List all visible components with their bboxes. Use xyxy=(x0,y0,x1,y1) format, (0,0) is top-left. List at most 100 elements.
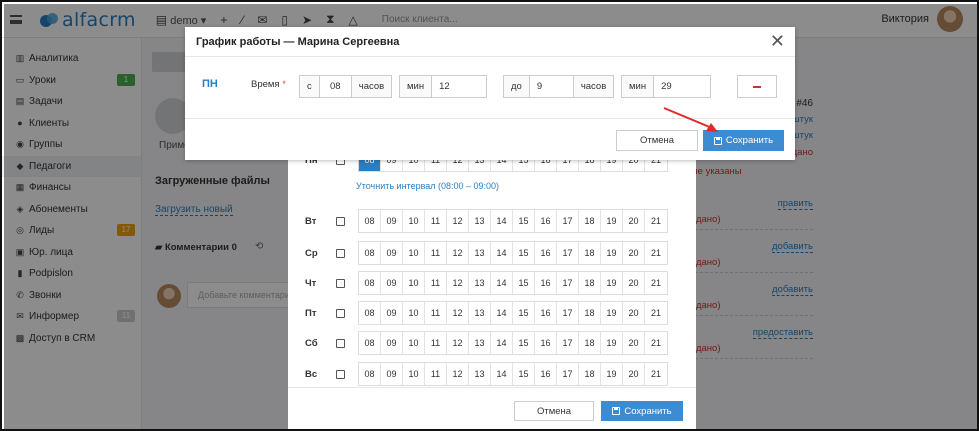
hour-cell[interactable]: 10 xyxy=(403,272,425,294)
hour-cell[interactable]: 18 xyxy=(579,332,601,354)
refine-interval-link[interactable]: Уточнить интервал (08:00 – 09:00) xyxy=(356,181,499,191)
hour-cell[interactable]: 10 xyxy=(403,363,425,385)
hour-cell[interactable]: 13 xyxy=(469,272,491,294)
hour-cell[interactable]: 11 xyxy=(425,272,447,294)
hour-cell[interactable]: 14 xyxy=(491,332,513,354)
hour-cell[interactable]: 21 xyxy=(645,363,667,385)
hour-cell[interactable]: 21 xyxy=(645,302,667,324)
close-icon[interactable]: ✕ xyxy=(770,31,785,51)
hour-cell[interactable]: 12 xyxy=(447,363,469,385)
hour-cell[interactable]: 21 xyxy=(645,272,667,294)
hour-cell[interactable]: 17 xyxy=(557,210,579,232)
from-hours-input[interactable]: 08 xyxy=(319,76,352,97)
day-checkbox[interactable] xyxy=(336,308,345,318)
from-minutes-input[interactable]: 12 xyxy=(432,76,487,97)
hour-cell[interactable]: 14 xyxy=(491,242,513,264)
week-save-button[interactable]: Сохранить xyxy=(601,401,683,421)
hour-cell[interactable]: 20 xyxy=(623,242,645,264)
hour-cell[interactable]: 11 xyxy=(425,210,447,232)
hour-cell[interactable]: 09 xyxy=(381,210,403,232)
hour-cell[interactable]: 11 xyxy=(425,332,447,354)
hour-cell[interactable]: 20 xyxy=(623,272,645,294)
hour-cell[interactable]: 15 xyxy=(513,242,535,264)
hour-cell[interactable]: 17 xyxy=(557,242,579,264)
hour-cell[interactable]: 16 xyxy=(535,302,557,324)
hour-cell[interactable]: 19 xyxy=(601,272,623,294)
hour-cell[interactable]: 15 xyxy=(513,302,535,324)
hour-cell[interactable]: 15 xyxy=(513,272,535,294)
hour-cell[interactable]: 19 xyxy=(601,302,623,324)
hour-cell[interactable]: 10 xyxy=(403,210,425,232)
hour-cell[interactable]: 16 xyxy=(535,363,557,385)
hour-cell[interactable]: 15 xyxy=(513,363,535,385)
hour-cell[interactable]: 14 xyxy=(491,302,513,324)
hour-cell[interactable]: 16 xyxy=(535,332,557,354)
hour-cell[interactable]: 12 xyxy=(447,210,469,232)
hour-cell[interactable]: 08 xyxy=(359,272,381,294)
hour-cell[interactable]: 12 xyxy=(447,302,469,324)
hour-cell[interactable]: 09 xyxy=(381,272,403,294)
week-modal-divider xyxy=(288,387,696,388)
hour-cell[interactable]: 21 xyxy=(645,242,667,264)
hour-cell[interactable]: 14 xyxy=(491,210,513,232)
hour-cell[interactable]: 14 xyxy=(491,272,513,294)
day-checkbox[interactable] xyxy=(336,216,345,226)
hour-cell[interactable]: 18 xyxy=(579,272,601,294)
to-minutes-input[interactable]: 29 xyxy=(654,76,711,97)
hour-cell[interactable]: 12 xyxy=(447,272,469,294)
hour-cell[interactable]: 10 xyxy=(403,302,425,324)
hour-cell[interactable]: 15 xyxy=(513,210,535,232)
hour-cell[interactable]: 16 xyxy=(535,242,557,264)
hour-cell[interactable]: 11 xyxy=(425,242,447,264)
hour-cell[interactable]: 19 xyxy=(601,332,623,354)
hour-cell[interactable]: 17 xyxy=(557,332,579,354)
hour-cell[interactable]: 15 xyxy=(513,332,535,354)
hour-cell[interactable]: 18 xyxy=(579,302,601,324)
hour-cell[interactable]: 17 xyxy=(557,363,579,385)
day-checkbox[interactable] xyxy=(336,248,345,258)
hour-cell[interactable]: 19 xyxy=(601,242,623,264)
hour-cell[interactable]: 11 xyxy=(425,363,447,385)
hour-cell[interactable]: 12 xyxy=(447,332,469,354)
hour-cell[interactable]: 11 xyxy=(425,302,447,324)
hour-cell[interactable]: 08 xyxy=(359,302,381,324)
hour-cell[interactable]: 16 xyxy=(535,210,557,232)
day-checkbox[interactable] xyxy=(336,278,345,288)
hour-cell[interactable]: 08 xyxy=(359,332,381,354)
hour-cell[interactable]: 20 xyxy=(623,302,645,324)
hour-cell[interactable]: 20 xyxy=(623,363,645,385)
hour-cell[interactable]: 18 xyxy=(579,363,601,385)
hour-cell[interactable]: 10 xyxy=(403,332,425,354)
hour-cell[interactable]: 21 xyxy=(645,210,667,232)
hour-cell[interactable]: 18 xyxy=(579,242,601,264)
hour-cell[interactable]: 17 xyxy=(557,272,579,294)
hour-cell[interactable]: 13 xyxy=(469,332,491,354)
hour-cell[interactable]: 13 xyxy=(469,242,491,264)
remove-interval-button[interactable] xyxy=(737,75,777,98)
hour-cell[interactable]: 13 xyxy=(469,210,491,232)
hour-cell[interactable]: 13 xyxy=(469,363,491,385)
hour-cell[interactable]: 09 xyxy=(381,332,403,354)
hour-cell[interactable]: 08 xyxy=(359,363,381,385)
hour-cell[interactable]: 09 xyxy=(381,363,403,385)
hour-cell[interactable]: 12 xyxy=(447,242,469,264)
hour-cell[interactable]: 19 xyxy=(601,363,623,385)
hour-cell[interactable]: 14 xyxy=(491,363,513,385)
hour-cell[interactable]: 20 xyxy=(623,210,645,232)
day-checkbox[interactable] xyxy=(336,369,345,379)
hour-cell[interactable]: 20 xyxy=(623,332,645,354)
hour-cell[interactable]: 13 xyxy=(469,302,491,324)
hour-cell[interactable]: 17 xyxy=(557,302,579,324)
hour-cell[interactable]: 16 xyxy=(535,272,557,294)
hour-cell[interactable]: 09 xyxy=(381,302,403,324)
hour-cell[interactable]: 08 xyxy=(359,210,381,232)
hour-cell[interactable]: 09 xyxy=(381,242,403,264)
week-cancel-button[interactable]: Отмена xyxy=(514,401,594,421)
to-hours-input[interactable]: 9 xyxy=(529,76,574,97)
day-checkbox[interactable] xyxy=(336,338,345,348)
hour-cell[interactable]: 21 xyxy=(645,332,667,354)
hour-cell[interactable]: 08 xyxy=(359,242,381,264)
hour-cell[interactable]: 18 xyxy=(579,210,601,232)
hour-cell[interactable]: 10 xyxy=(403,242,425,264)
hour-cell[interactable]: 19 xyxy=(601,210,623,232)
